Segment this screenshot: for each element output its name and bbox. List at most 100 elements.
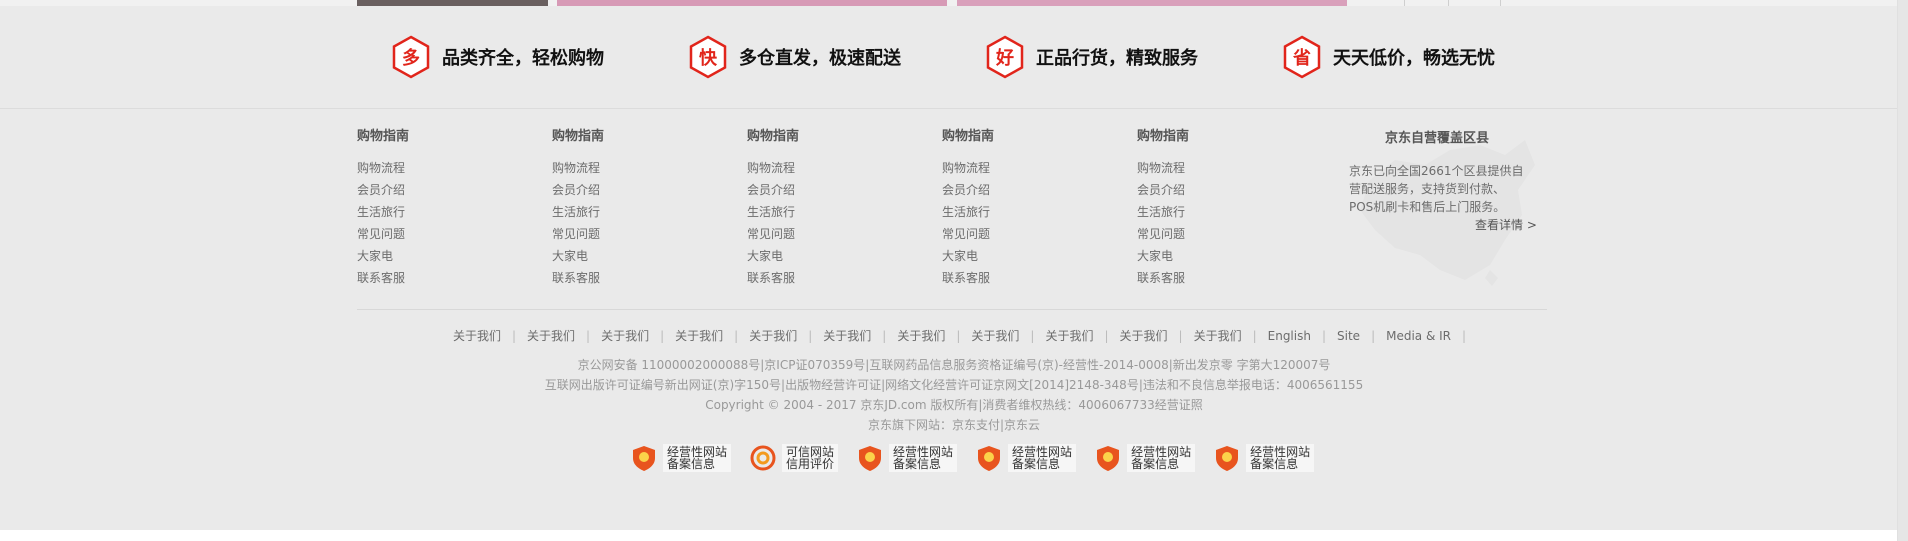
page-bottom-edge <box>0 530 1908 541</box>
svg-text:快: 快 <box>699 47 718 69</box>
badge-line: 备案信息 <box>1250 457 1299 471</box>
column-link[interactable]: 联系客服 <box>1137 267 1297 289</box>
license-badge[interactable]: 经营性网站 备案信息 <box>1213 443 1315 473</box>
footer-link-about[interactable]: 关于我们 <box>442 329 512 343</box>
column-title: 购物指南 <box>552 129 605 144</box>
column-link[interactable]: 常见问题 <box>942 223 1102 245</box>
column-link[interactable]: 会员介绍 <box>1137 179 1297 201</box>
license-shield-icon <box>1097 446 1120 471</box>
credit-rating-icon <box>750 445 776 471</box>
license-info-line[interactable]: 互联网出版许可证编号新出网证(京)字150号|出版物经营许可证|网络文化经营许可… <box>0 376 1908 393</box>
column-title: 购物指南 <box>1137 129 1190 144</box>
service-item-variety: 多 品类齐全，轻松购物 <box>390 34 604 80</box>
column-link[interactable]: 联系客服 <box>357 267 517 289</box>
service-text: 正品行货，精致服务 <box>1036 48 1198 69</box>
service-text: 多仓直发，极速配送 <box>739 48 901 69</box>
footer-link-about[interactable]: 关于我们 <box>738 329 808 343</box>
service-text: 天天低价，畅选无忧 <box>1333 48 1495 69</box>
column-link[interactable]: 大家电 <box>1137 245 1297 267</box>
column-link[interactable]: 大家电 <box>552 245 712 267</box>
license-shield-icon <box>1216 446 1239 471</box>
service-text: 品类齐全，轻松购物 <box>442 48 604 69</box>
column-link[interactable]: 购物流程 <box>552 157 712 179</box>
footer-link-about[interactable]: 关于我们 <box>960 329 1030 343</box>
footer-link-about[interactable]: 关于我们 <box>886 329 956 343</box>
column-title: 购物指南 <box>942 129 995 144</box>
column-link[interactable]: 购物流程 <box>747 157 907 179</box>
svg-text:好: 好 <box>995 47 1014 69</box>
footer-link-media-ir[interactable]: Media & IR <box>1375 329 1462 343</box>
license-badge[interactable]: 经营性网站 备案信息 <box>856 443 958 473</box>
footer-link-english[interactable]: English <box>1257 329 1322 343</box>
certification-badges: 经营性网站 备案信息 可信网站 信用评价 经营性网站 备案信息 经营性网站 备案… <box>630 443 1332 473</box>
hexagon-badge-icon: 好 <box>986 35 1024 79</box>
coverage-description: 京东已向全国2661个区县提供自 营配送服务，支持货到付款、 POS机刷卡和售后… <box>1349 162 1529 216</box>
credit-badge[interactable]: 可信网站 信用评价 <box>749 443 839 473</box>
column-link[interactable]: 会员介绍 <box>942 179 1102 201</box>
column-link[interactable]: 会员介绍 <box>747 179 907 201</box>
column-link[interactable]: 生活旅行 <box>1137 201 1297 223</box>
column-link[interactable]: 生活旅行 <box>747 201 907 223</box>
column-link[interactable]: 常见问题 <box>552 223 712 245</box>
coverage-title: 京东自营覆盖区县 <box>1385 131 1490 146</box>
badge-label: 经营性网站 备案信息 <box>1246 444 1315 472</box>
column-link[interactable]: 购物流程 <box>942 157 1102 179</box>
coverage-line: POS机刷卡和售后上门服务。 <box>1349 200 1506 214</box>
footer-link-about[interactable]: 关于我们 <box>812 329 882 343</box>
sister-sites-line[interactable]: 京东旗下网站：京东支付|京东云 <box>0 416 1908 433</box>
column-link[interactable]: 会员介绍 <box>552 179 712 201</box>
column-title: 购物指南 <box>747 129 800 144</box>
column-link[interactable]: 生活旅行 <box>942 201 1102 223</box>
help-column: 购物指南 购物流程 会员介绍 生活旅行 常见问题 大家电 联系客服 <box>942 127 1102 289</box>
column-link[interactable]: 购物流程 <box>357 157 517 179</box>
license-info-line[interactable]: 京公网安备 11000002000088号|京ICP证070359号|互联网药品… <box>0 356 1908 373</box>
footer-link-about[interactable]: 关于我们 <box>664 329 734 343</box>
column-link[interactable]: 大家电 <box>357 245 517 267</box>
column-link[interactable]: 会员介绍 <box>357 179 517 201</box>
column-link[interactable]: 生活旅行 <box>552 201 712 223</box>
coverage-line: 京东已向全国2661个区县提供自 <box>1349 164 1524 178</box>
help-column: 购物指南 购物流程 会员介绍 生活旅行 常见问题 大家电 联系客服 <box>747 127 907 289</box>
badge-label: 经营性网站 备案信息 <box>889 444 958 472</box>
footer-link-row: 关于我们 | 关于我们 | 关于我们 | 关于我们 | 关于我们 | 关于我们 | 关于我们 | 关于我们 |… <box>0 327 1908 344</box>
badge-line: 信用评价 <box>786 457 835 471</box>
help-column: 购物指南 购物流程 会员介绍 生活旅行 常见问题 大家电 联系客服 <box>1137 127 1297 289</box>
column-title: 购物指南 <box>357 129 410 144</box>
column-link[interactable]: 联系客服 <box>747 267 907 289</box>
column-link[interactable]: 联系客服 <box>942 267 1102 289</box>
column-link[interactable]: 联系客服 <box>552 267 712 289</box>
badge-label: 可信网站 信用评价 <box>782 444 839 472</box>
service-item-speed: 快 多仓直发，极速配送 <box>687 34 901 80</box>
column-link[interactable]: 大家电 <box>747 245 907 267</box>
help-column: 购物指南 购物流程 会员介绍 生活旅行 常见问题 大家电 联系客服 <box>357 127 517 289</box>
license-badge[interactable]: 经营性网站 备案信息 <box>975 443 1077 473</box>
badge-line: 备案信息 <box>1131 457 1180 471</box>
view-details-link[interactable]: 查看详情 > <box>1475 216 1537 233</box>
footer-link-site[interactable]: Site <box>1326 329 1371 343</box>
footer-link-about[interactable]: 关于我们 <box>1109 329 1179 343</box>
help-column: 购物指南 购物流程 会员介绍 生活旅行 常见问题 大家电 联系客服 <box>552 127 712 289</box>
svg-text:多: 多 <box>402 47 420 69</box>
license-badge[interactable]: 经营性网站 备案信息 <box>1094 443 1196 473</box>
column-link[interactable]: 常见问题 <box>747 223 907 245</box>
column-link[interactable]: 生活旅行 <box>357 201 517 223</box>
footer-link-about[interactable]: 关于我们 <box>1034 329 1104 343</box>
badge-label: 经营性网站 备案信息 <box>1008 444 1077 472</box>
badge-label: 经营性网站 备案信息 <box>663 444 732 472</box>
service-item-price: 省 天天低价，畅选无忧 <box>1281 34 1495 80</box>
column-link[interactable]: 常见问题 <box>357 223 517 245</box>
vertical-scrollbar[interactable] <box>1897 0 1908 541</box>
link-separator: | <box>1104 329 1109 343</box>
column-link[interactable]: 大家电 <box>942 245 1102 267</box>
coverage-panel: 京东自营覆盖区县 京东已向全国2661个区县提供自 营配送服务，支持货到付款、 … <box>1340 120 1540 290</box>
column-link[interactable]: 常见问题 <box>1137 223 1297 245</box>
footer-link-about[interactable]: 关于我们 <box>516 329 586 343</box>
column-link[interactable]: 购物流程 <box>1137 157 1297 179</box>
license-badge[interactable]: 经营性网站 备案信息 <box>630 443 732 473</box>
footer-link-about[interactable]: 关于我们 <box>1183 329 1253 343</box>
link-separator: | <box>1462 329 1467 343</box>
svg-text:省: 省 <box>1292 47 1311 69</box>
hexagon-badge-icon: 快 <box>689 35 727 79</box>
footer-link-about[interactable]: 关于我们 <box>590 329 660 343</box>
badge-line: 备案信息 <box>667 457 716 471</box>
